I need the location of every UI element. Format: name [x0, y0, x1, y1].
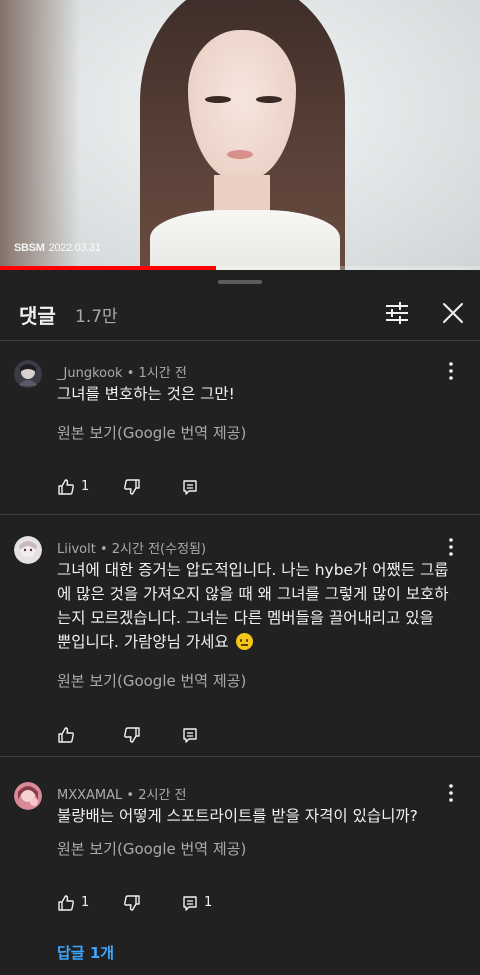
more-vert-icon	[449, 362, 453, 380]
video-frame-eye	[205, 96, 231, 103]
avatar-image	[14, 360, 42, 388]
translate-link[interactable]: 원본 보기(Google 번역 제공)	[57, 422, 246, 443]
comment-author[interactable]: MXXAMAL	[57, 788, 122, 803]
more-button[interactable]	[440, 360, 462, 382]
comment-meta: _Jungkook • 1시간 전	[57, 366, 187, 381]
comment-meta: Liivolt • 2시간 전(수정됨)	[57, 542, 207, 557]
comments-count: 1.7만	[75, 307, 118, 327]
avatar[interactable]	[14, 536, 42, 564]
like-icon[interactable]	[57, 726, 75, 744]
comment-time: 2시간 전(수정됨)	[111, 542, 207, 557]
comments-sheet: 댓글 1.7만 _Jungkook • 1시간 전 그녀를 변호하는 것은 그만…	[0, 270, 480, 975]
dislike-icon[interactable]	[123, 894, 141, 912]
like-icon[interactable]	[57, 894, 75, 912]
avatar-image	[14, 782, 42, 810]
video-player[interactable]: SBSM 2022.03.31	[0, 0, 480, 270]
comment-author[interactable]: _Jungkook	[57, 366, 123, 381]
video-frame-shirt	[150, 210, 340, 270]
comment-divider	[0, 756, 480, 757]
more-button[interactable]	[440, 782, 462, 804]
watermark-brand: SBS	[14, 242, 36, 254]
dislike-icon[interactable]	[123, 726, 141, 744]
comment-time: 1시간 전	[138, 366, 187, 381]
close-icon	[443, 303, 463, 323]
video-frame-lips	[227, 150, 253, 159]
watermark-date: 2022.03.31	[48, 242, 101, 254]
comment-text: 그녀를 변호하는 것은 그만!	[57, 385, 235, 403]
neutral-face-emoji-icon	[235, 633, 253, 650]
comment-text: 불량배는 어떻게 스포트라이트를 받을 자격이 있습니까?	[57, 807, 418, 825]
comment-actions: 1 1	[57, 894, 357, 914]
comment-text-body: 그녀에 대한 증거는 압도적입니다. 나는 hybe가 어쨌든 그룹에 많은 것…	[57, 561, 449, 651]
avatar-image	[14, 536, 42, 564]
comment-author[interactable]: Liivolt	[57, 542, 96, 557]
like-count: 1	[81, 479, 90, 494]
video-frame-blur	[0, 0, 80, 270]
close-button[interactable]	[436, 296, 470, 330]
avatar[interactable]	[14, 782, 42, 810]
translate-link[interactable]: 원본 보기(Google 번역 제공)	[57, 670, 246, 691]
like-count: 1	[81, 895, 90, 910]
comment-actions	[57, 726, 357, 746]
more-vert-icon	[449, 784, 453, 802]
more-vert-icon	[449, 538, 453, 556]
like-icon[interactable]	[57, 478, 75, 496]
comment-meta: MXXAMAL • 2시간 전	[57, 788, 187, 803]
more-button[interactable]	[440, 536, 462, 558]
translate-link[interactable]: 원본 보기(Google 번역 제공)	[57, 838, 246, 859]
reply-icon[interactable]	[181, 478, 199, 496]
comment-actions: 1	[57, 478, 357, 498]
watermark-channel: M	[35, 242, 45, 254]
video-watermark: SBSM 2022.03.31	[14, 242, 101, 254]
sort-icon	[386, 302, 408, 324]
comment-time: 2시간 전	[138, 788, 187, 803]
reply-icon[interactable]	[181, 726, 199, 744]
dislike-icon[interactable]	[123, 478, 141, 496]
comment-text: 그녀에 대한 증거는 압도적입니다. 나는 hybe가 어쨌든 그룹에 많은 것…	[57, 558, 452, 654]
video-frame-eye	[256, 96, 282, 103]
view-replies-button[interactable]: 답글 1개	[57, 942, 114, 963]
comment-divider	[0, 514, 480, 515]
sort-button[interactable]	[380, 296, 414, 330]
reply-icon[interactable]	[181, 894, 199, 912]
avatar[interactable]	[14, 360, 42, 388]
reply-count: 1	[204, 895, 213, 910]
drag-handle[interactable]	[218, 280, 262, 284]
comments-title: 댓글	[19, 304, 56, 328]
comments-header: 댓글 1.7만	[0, 288, 480, 340]
header-divider	[0, 340, 480, 341]
